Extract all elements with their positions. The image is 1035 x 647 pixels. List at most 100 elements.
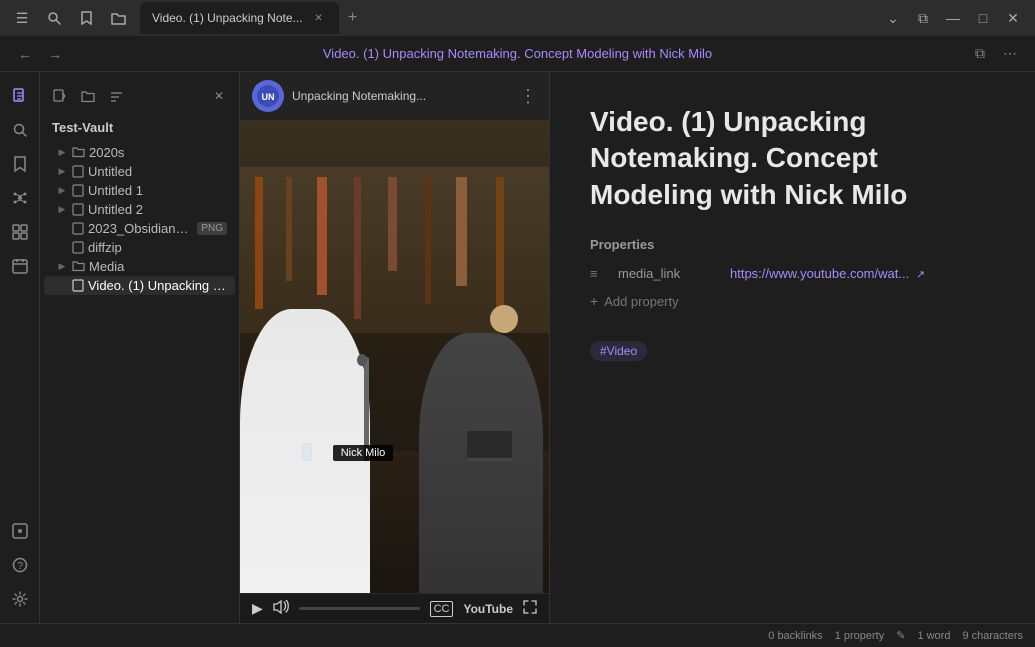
filetree-toolbar: ✕	[40, 80, 239, 112]
add-icon: +	[590, 293, 598, 309]
tree-item-untitled[interactable]: ▶ Untitled	[44, 162, 235, 181]
main-content: UN Unpacking Notemaking... ⋮	[240, 72, 1035, 623]
tree-item-label: Untitled 1	[88, 183, 227, 198]
video-header: UN Unpacking Notemaking... ⋮	[240, 72, 549, 120]
backlinks-status[interactable]: 0 backlinks	[768, 630, 822, 642]
tree-item-untitled2[interactable]: ▶ Untitled 2	[44, 200, 235, 219]
split-view-button[interactable]: ⧉	[909, 4, 937, 32]
video-tag[interactable]: #Video	[590, 341, 647, 361]
char-count-status: 9 characters	[962, 630, 1023, 642]
sort-button[interactable]	[104, 84, 128, 108]
video-controls: ▶ CC YouTube	[240, 593, 549, 623]
bookmarks-sidebar-icon[interactable]	[4, 148, 36, 180]
sidebar-icons: ?	[0, 72, 40, 623]
minimize-button[interactable]: —	[939, 4, 967, 32]
tree-item-label: 2020s	[89, 145, 227, 160]
chevron-down-button[interactable]: ⌄	[879, 4, 907, 32]
file-icon	[72, 241, 84, 254]
channel-icon: UN	[252, 80, 284, 112]
filetree: ✕ Test-Vault ▶ 2020s ▶ Untitled ▶ Untitl…	[40, 72, 240, 623]
nav-title: Video. (1) Unpacking Notemaking. Concept…	[72, 46, 963, 61]
word-count: 1 word	[917, 630, 950, 642]
property-status[interactable]: 1 property	[835, 630, 885, 642]
external-link-icon: ↗	[916, 269, 925, 281]
edit-status-button[interactable]: ✎	[896, 629, 905, 642]
prop-value-link[interactable]: https://www.youtube.com/wat... ↗	[730, 266, 925, 281]
tree-item-label: Video. (1) Unpacking N...	[88, 278, 227, 293]
split-pane-button[interactable]: ⧉	[967, 41, 993, 67]
add-prop-label: Add property	[604, 294, 678, 309]
prop-media-link-row: ≡ media_link https://www.youtube.com/wat…	[590, 262, 995, 285]
video-image: Nick Milo	[240, 120, 549, 593]
sidebar-toggle-button[interactable]: ☰	[8, 4, 36, 32]
folder-titlebar-button[interactable]	[104, 4, 132, 32]
tree-item-diffzip[interactable]: ▶ diffzip	[44, 238, 235, 257]
volume-button[interactable]	[273, 600, 289, 617]
youtube-button[interactable]: YouTube	[463, 602, 513, 616]
blocks-sidebar-icon[interactable]	[4, 216, 36, 248]
tree-item-label: 2023_Obsidian_lo...	[88, 221, 193, 236]
statusbar: 0 backlinks 1 property ✎ 1 word 9 charac…	[0, 623, 1035, 647]
tree-item-video-note[interactable]: ▶ Video. (1) Unpacking N...	[44, 276, 235, 295]
tab-close-button[interactable]: ✕	[311, 10, 327, 26]
fullscreen-button[interactable]	[523, 600, 537, 617]
graph-sidebar-icon[interactable]	[4, 182, 36, 214]
tree-item-label: diffzip	[88, 240, 227, 255]
chevron-right-icon: ▶	[56, 261, 68, 272]
titlebar-right: ⌄ ⧉ — □ ✕	[879, 4, 1027, 32]
cc-button[interactable]: CC	[430, 601, 454, 617]
new-note-button[interactable]	[48, 84, 72, 108]
forward-button[interactable]: →	[42, 41, 68, 67]
properties-section: Properties ≡ media_link https://www.yout…	[590, 237, 995, 313]
bookmark-titlebar-button[interactable]	[72, 4, 100, 32]
svg-text:?: ?	[17, 561, 23, 572]
chevron-right-icon: ▶	[56, 147, 68, 158]
edit-icon: ✎	[896, 629, 905, 642]
word-count-status: 1 word	[917, 630, 950, 642]
pages-sidebar-icon[interactable]	[4, 515, 36, 547]
properties-heading: Properties	[590, 237, 995, 252]
more-options-button[interactable]: ⋯	[997, 41, 1023, 67]
note-title: Video. (1) Unpacking Notemaking. Concept…	[590, 104, 995, 213]
nameplate: Nick Milo	[333, 445, 394, 461]
new-folder-button[interactable]	[76, 84, 100, 108]
add-property-button[interactable]: + Add property	[590, 289, 995, 313]
close-filetree-button[interactable]: ✕	[207, 84, 231, 108]
active-tab[interactable]: Video. (1) Unpacking Note... ✕	[140, 2, 339, 34]
tree-item-2020s[interactable]: ▶ 2020s	[44, 143, 235, 162]
file-icon	[72, 279, 84, 292]
chevron-right-icon: ▶	[56, 166, 68, 177]
tree-item-untitled1[interactable]: ▶ Untitled 1	[44, 181, 235, 200]
calendar-sidebar-icon[interactable]	[4, 250, 36, 282]
video-thumbnail: Nick Milo	[240, 120, 549, 593]
tree-item-obsidian-logo[interactable]: ▶ 2023_Obsidian_lo... PNG	[44, 219, 235, 238]
file-type-badge: PNG	[197, 222, 227, 235]
help-sidebar-icon[interactable]: ?	[4, 549, 36, 581]
tree-item-label: Untitled 2	[88, 202, 227, 217]
titlebar: ☰ Video. (1) Unpacking Note... ✕ + ⌄ ⧉ —…	[0, 0, 1035, 36]
settings-sidebar-icon[interactable]	[4, 583, 36, 615]
tab-title: Video. (1) Unpacking Note...	[152, 11, 303, 25]
search-sidebar-icon[interactable]	[4, 114, 36, 146]
video-more-button[interactable]: ⋮	[519, 87, 537, 105]
property-count: 1 property	[835, 630, 885, 642]
tab-add-button[interactable]: +	[339, 4, 367, 32]
prop-value-text: https://www.youtube.com/wat...	[730, 266, 909, 281]
files-sidebar-icon[interactable]	[4, 80, 36, 112]
maximize-button[interactable]: □	[969, 4, 997, 32]
progress-bar[interactable]	[299, 607, 420, 610]
file-icon	[72, 184, 84, 197]
tree-item-media[interactable]: ▶ Media	[44, 257, 235, 276]
titlebar-left: ☰	[8, 4, 132, 32]
close-button[interactable]: ✕	[999, 4, 1027, 32]
back-button[interactable]: ←	[12, 41, 38, 67]
nav-right: ⧉ ⋯	[967, 41, 1023, 67]
play-button[interactable]: ▶	[252, 600, 263, 617]
note-panel: Video. (1) Unpacking Notemaking. Concept…	[550, 72, 1035, 623]
tab-bar: Video. (1) Unpacking Note... ✕ +	[140, 2, 875, 34]
search-titlebar-button[interactable]	[40, 4, 68, 32]
chevron-right-icon: ▶	[56, 185, 68, 196]
backlinks-count: 0 backlinks	[768, 630, 822, 642]
prop-key-label: media_link	[618, 266, 718, 281]
video-title: Unpacking Notemaking...	[292, 89, 511, 103]
